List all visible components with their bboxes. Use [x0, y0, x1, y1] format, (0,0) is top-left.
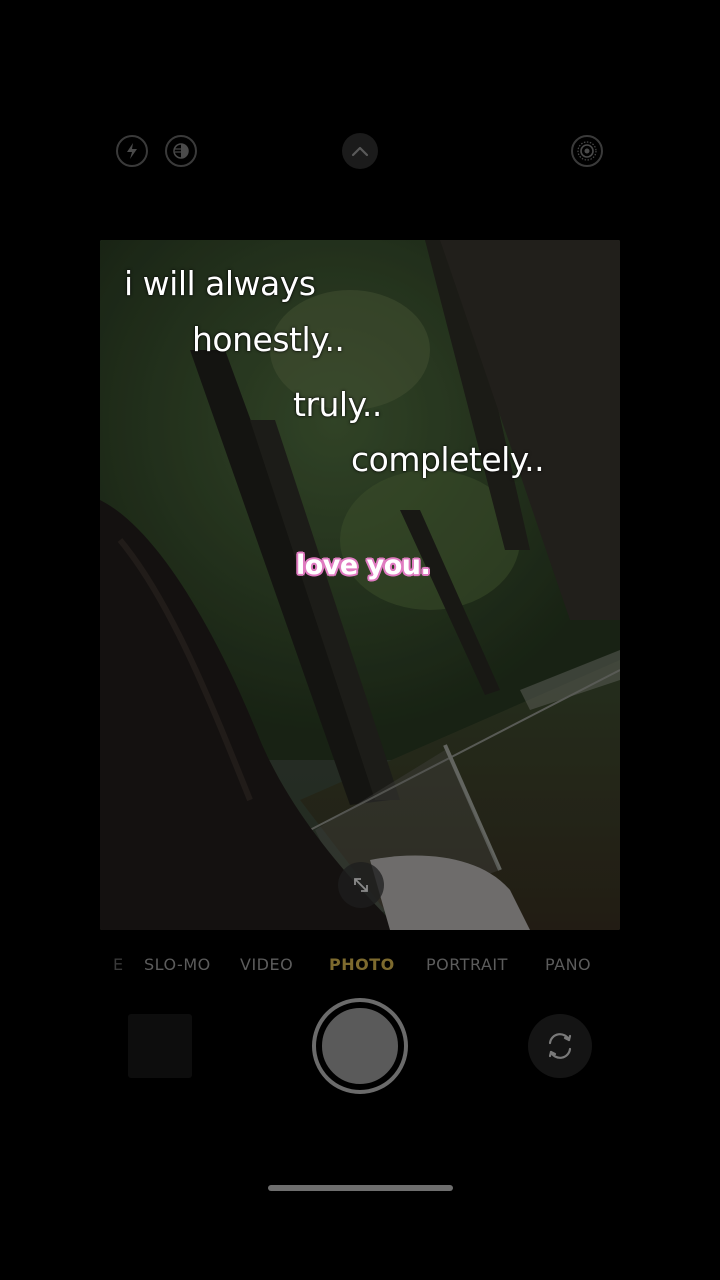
last-photo-thumbnail[interactable]	[128, 1014, 192, 1078]
chevron-up-icon	[351, 146, 369, 157]
camera-preview-image	[100, 240, 620, 930]
mode-portrait[interactable]: PORTRAIT	[426, 955, 508, 974]
camera-mode-selector: E SLO-MO VIDEO PHOTO PORTRAIT PANO	[0, 955, 720, 977]
night-mode-button[interactable]	[165, 135, 197, 167]
expand-arrows-icon	[354, 878, 368, 892]
more-controls-button[interactable]	[342, 133, 378, 169]
caption-line-2: honestly..	[192, 320, 345, 359]
night-mode-icon	[173, 143, 189, 159]
mode-video[interactable]: VIDEO	[240, 955, 293, 974]
live-photo-icon	[577, 141, 597, 161]
viewfinder[interactable]: i will always honestly.. truly.. complet…	[100, 240, 620, 930]
expand-aspect-button[interactable]	[338, 862, 384, 908]
shutter-inner	[320, 1006, 400, 1086]
caption-line-4: completely..	[351, 440, 545, 479]
mode-pano[interactable]: PANO	[545, 955, 591, 974]
mode-slo-mo[interactable]: SLO-MO	[144, 955, 211, 974]
caption-line-3: truly..	[293, 385, 382, 424]
live-photo-button[interactable]	[571, 135, 603, 167]
mode-cinematic[interactable]: E	[113, 955, 124, 974]
flash-icon	[127, 143, 137, 159]
home-indicator[interactable]	[268, 1185, 453, 1191]
flip-camera-icon	[548, 1033, 572, 1059]
shutter-button[interactable]	[312, 998, 408, 1094]
love-you-highlight: love you.	[296, 550, 431, 581]
mode-photo[interactable]: PHOTO	[329, 955, 395, 974]
flash-button[interactable]	[116, 135, 148, 167]
camera-screen: i will always honestly.. truly.. complet…	[0, 0, 720, 1280]
caption-line-1: i will always	[124, 264, 316, 303]
flip-camera-button[interactable]	[528, 1014, 592, 1078]
